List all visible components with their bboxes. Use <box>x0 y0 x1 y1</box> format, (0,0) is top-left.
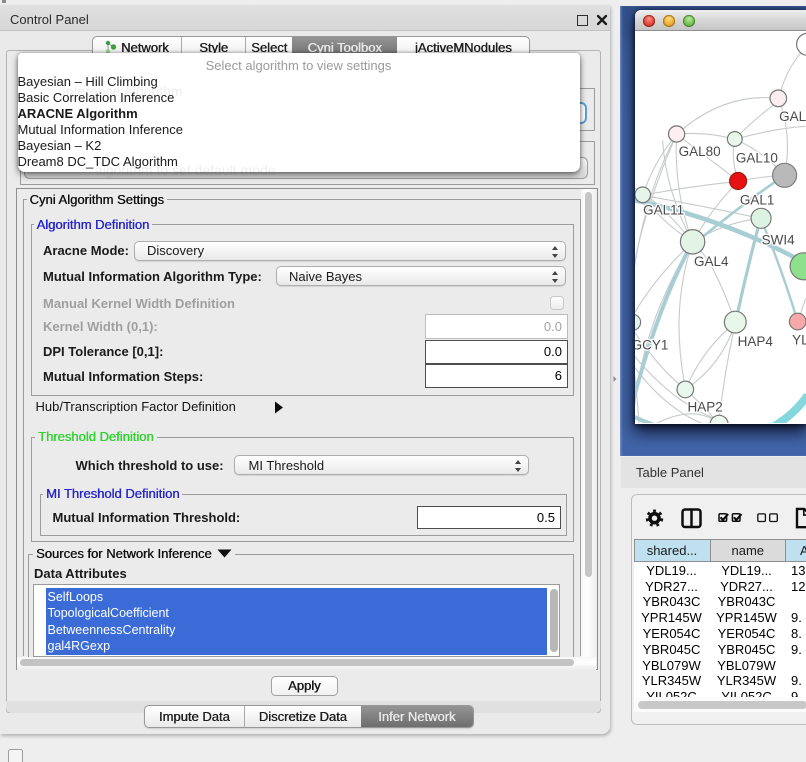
svg-text:GAL1: GAL1 <box>740 192 774 207</box>
svg-text:HAP2: HAP2 <box>688 399 723 414</box>
svg-text:GAL4: GAL4 <box>694 253 729 268</box>
svg-text:GCY1: GCY1 <box>635 337 668 352</box>
svg-text:GAL80: GAL80 <box>679 143 721 158</box>
svg-text:HAP4: HAP4 <box>738 333 774 348</box>
svg-text:YL: YL <box>792 332 805 347</box>
svg-text:GAL11: GAL11 <box>643 202 684 217</box>
svg-text:GAL7: GAL7 <box>779 108 805 123</box>
svg-text:SWI4: SWI4 <box>762 232 795 247</box>
svg-text:GAL10: GAL10 <box>736 150 778 165</box>
